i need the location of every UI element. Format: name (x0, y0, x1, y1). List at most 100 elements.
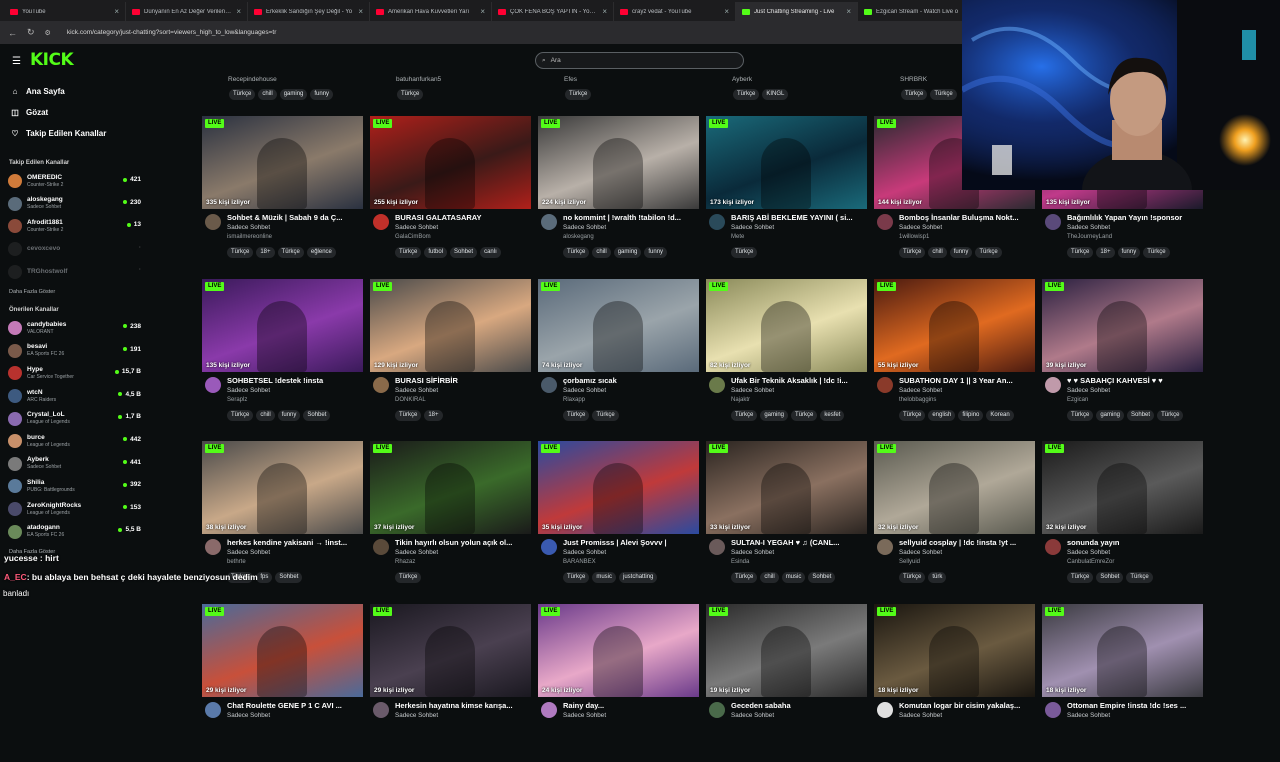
stream-category[interactable]: Sadece Sohbet (227, 712, 270, 719)
category-tag[interactable]: KINGL (762, 89, 789, 100)
category-tag[interactable]: Sohbet (808, 572, 836, 583)
followed-show-more[interactable]: Daha Fazla Göster (0, 283, 200, 301)
stream-thumbnail[interactable]: LIVE 224 kişi izliyor (538, 116, 699, 209)
stream-card[interactable]: LIVE 129 kişi izliyor BURASI SİFİRBİR Sadec… (370, 279, 531, 437)
stream-title[interactable]: Sohbet & Müzik | Sabah 9 da Ç... (227, 213, 363, 222)
sidebar-channel[interactable]: OMEREDIC Counter-Strike 2 421 (0, 170, 200, 193)
sidebar-channel[interactable]: Hype Car Service Together 15,7 B (0, 362, 200, 385)
sidebar-nav-item[interactable]: ◫ Gözat (0, 102, 200, 123)
streamer-name[interactable]: DONKIRAL (395, 397, 426, 403)
stream-thumbnail[interactable]: LIVE 255 kişi izliyor (370, 116, 531, 209)
streamer-name[interactable]: TheJourneyLand (1067, 234, 1112, 240)
stream-card[interactable]: LIVE 74 kişi izliyor çorbamız sıcak Sadece … (538, 279, 699, 437)
search-input[interactable]: ⌕ Ara (535, 52, 744, 69)
category-tag[interactable]: gaming (279, 89, 308, 100)
category-tag[interactable]: filipino (958, 410, 984, 421)
browser-tab[interactable]: YouTube × (4, 2, 126, 21)
category-tag[interactable]: Türkçe (731, 247, 758, 258)
category-tag[interactable]: Türkçe (1143, 247, 1170, 258)
stream-card[interactable]: LIVE 18 kişi izliyor Komutan logar bir cis… (874, 604, 1035, 762)
stream-category[interactable]: Sadece Sohbet (395, 224, 438, 231)
stream-category[interactable]: Sadece Sohbet (731, 712, 774, 719)
category-tag[interactable]: 18+ (424, 410, 443, 421)
stream-thumbnail[interactable]: LIVE 32 kişi izliyor (1042, 441, 1203, 534)
category-tag[interactable]: eğlence (306, 247, 336, 258)
stream-category[interactable]: Sadece Sohbet (731, 549, 774, 556)
category-tag[interactable]: Türkçe (731, 572, 758, 583)
category-tag[interactable]: Türkçe (930, 89, 957, 100)
category-tag[interactable]: funny (644, 247, 668, 258)
tab-close-icon[interactable]: × (236, 7, 241, 16)
stream-thumbnail[interactable]: LIVE 38 kişi izliyor (202, 441, 363, 534)
category-tag[interactable]: chill (258, 89, 277, 100)
streamer-avatar[interactable] (541, 214, 557, 230)
category-tag[interactable]: english (928, 410, 956, 421)
stream-title[interactable]: herkes kendine yakisani → !inst... (227, 538, 363, 547)
streamer-name[interactable]: CanbulatEmreZor (1067, 559, 1114, 565)
streamer-name[interactable]: thelobbaggins (899, 397, 936, 403)
category-tag[interactable]: futbol (424, 247, 448, 258)
streamer-name[interactable]: SHRBRK (900, 76, 927, 83)
stream-card[interactable]: LIVE 55 kişi izliyor SUBATHON DAY 1 || 3 Y… (874, 279, 1035, 437)
browser-tab[interactable]: crayz vedat - YouTube × (614, 2, 736, 21)
browser-tab[interactable]: Erkeklik Sandığın Şey Değil - Yo × (248, 2, 370, 21)
category-tag[interactable]: Türkçe (227, 247, 254, 258)
stream-title[interactable]: Ufak Bir Teknik Aksaklık | !dc !i... (731, 376, 867, 385)
browser-tab[interactable]: ÇOK FENA BOŞ YAPTIN - YouTu × (492, 2, 614, 21)
category-tag[interactable]: Türkçe (975, 247, 1002, 258)
kick-logo[interactable]: KICK (30, 50, 74, 70)
stream-category[interactable]: Sadece Sohbet (227, 224, 270, 231)
browser-tab[interactable]: Dünyanın En Az Değer Verilen | Yo × (126, 2, 248, 21)
site-info-icon[interactable]: ⚙ (45, 29, 51, 37)
stream-card[interactable]: LIVE 32 kişi izliyor sellyuid cosplay | !d… (874, 441, 1035, 599)
stream-title[interactable]: SUBATHON DAY 1 || 3 Year An... (899, 376, 1035, 385)
category-tag[interactable]: fps (256, 572, 273, 583)
streamer-avatar[interactable] (1045, 702, 1061, 718)
streamer-avatar[interactable] (205, 214, 221, 230)
stream-title[interactable]: no kommint | !wralth !tabilon !d... (563, 213, 699, 222)
stream-title[interactable]: Geceden sabaha (731, 701, 867, 710)
reload-icon[interactable]: ↻ (27, 27, 35, 38)
stream-category[interactable]: Sadece Sohbet (395, 712, 438, 719)
stream-card[interactable]: LIVE 224 kişi izliyor no kommint | !wralth… (538, 116, 699, 274)
streamer-avatar[interactable] (373, 539, 389, 555)
stream-title[interactable]: Herkesin hayatına kimse karışa... (395, 701, 531, 710)
category-tag[interactable]: Türkçe (395, 572, 422, 583)
stream-title[interactable]: Bomboş İnsanlar Buluşma Nokt... (899, 213, 1035, 222)
category-tag[interactable]: justchatting (619, 572, 658, 583)
stream-card[interactable]: LIVE 24 kişi izliyor Rainy day... Sadece So… (538, 604, 699, 762)
stream-category[interactable]: Sadece Sohbet (1067, 387, 1110, 394)
category-tag[interactable]: funny (949, 247, 973, 258)
streamer-name[interactable]: BARANBEX (563, 559, 596, 565)
sidebar-channel[interactable]: TRGhostwolf · (0, 260, 200, 283)
category-tag[interactable]: chill (256, 410, 275, 421)
browser-tab[interactable]: Amerikan Hava Kuvvetleri Yarı × (370, 2, 492, 21)
sidebar-channel[interactable]: besavi EA Sports FC 26 191 (0, 340, 200, 363)
sidebar-nav-item[interactable]: ♡ Takip Edilen Kanallar (0, 123, 200, 144)
stream-card[interactable]: LIVE 39 kişi izliyor ♥ ♥ SABAHÇI KAHVESİ ♥… (1042, 279, 1203, 437)
stream-card[interactable]: LIVE 135 kişi izliyor SOHBETSEL !destek !i… (202, 279, 363, 437)
category-tag[interactable]: 18+ (256, 247, 275, 258)
category-tag[interactable]: Türkçe (899, 410, 926, 421)
stream-title[interactable]: çorbamız sıcak (563, 376, 699, 385)
category-tag[interactable]: gaming (760, 410, 789, 421)
stream-category[interactable]: Sadece Sohbet (731, 387, 774, 394)
stream-card[interactable]: LIVE 335 kişi izliyor Sohbet & Müzik | Sab… (202, 116, 363, 274)
stream-category[interactable]: Sadece Sohbet (563, 224, 606, 231)
stream-title[interactable]: Just Promisss | Alevi Şovvv | (563, 538, 699, 547)
category-tag[interactable]: türk (928, 572, 947, 583)
category-tag[interactable]: Türkçe (397, 89, 424, 100)
streamer-name[interactable]: Esinda (731, 559, 749, 565)
streamer-avatar[interactable] (205, 377, 221, 393)
stream-category[interactable]: Sadece Sohbet (1067, 549, 1110, 556)
category-tag[interactable]: Türkçe (1067, 247, 1094, 258)
stream-thumbnail[interactable]: LIVE 129 kişi izliyor (370, 279, 531, 372)
browser-tab[interactable]: Just Chatting Streaming - Live × (736, 2, 858, 21)
streamer-avatar[interactable] (205, 702, 221, 718)
category-tag[interactable]: Türkçe (731, 410, 758, 421)
streamer-name[interactable]: Sellyuid (899, 559, 920, 565)
streamer-avatar[interactable] (373, 377, 389, 393)
stream-card[interactable]: LIVE 18 kişi izliyor Ottoman Empire !insta… (1042, 604, 1203, 762)
category-tag[interactable]: Türkçe (277, 247, 304, 258)
stream-card[interactable]: LIVE 37 kişi izliyor Tikin hayırlı olsun y… (370, 441, 531, 599)
